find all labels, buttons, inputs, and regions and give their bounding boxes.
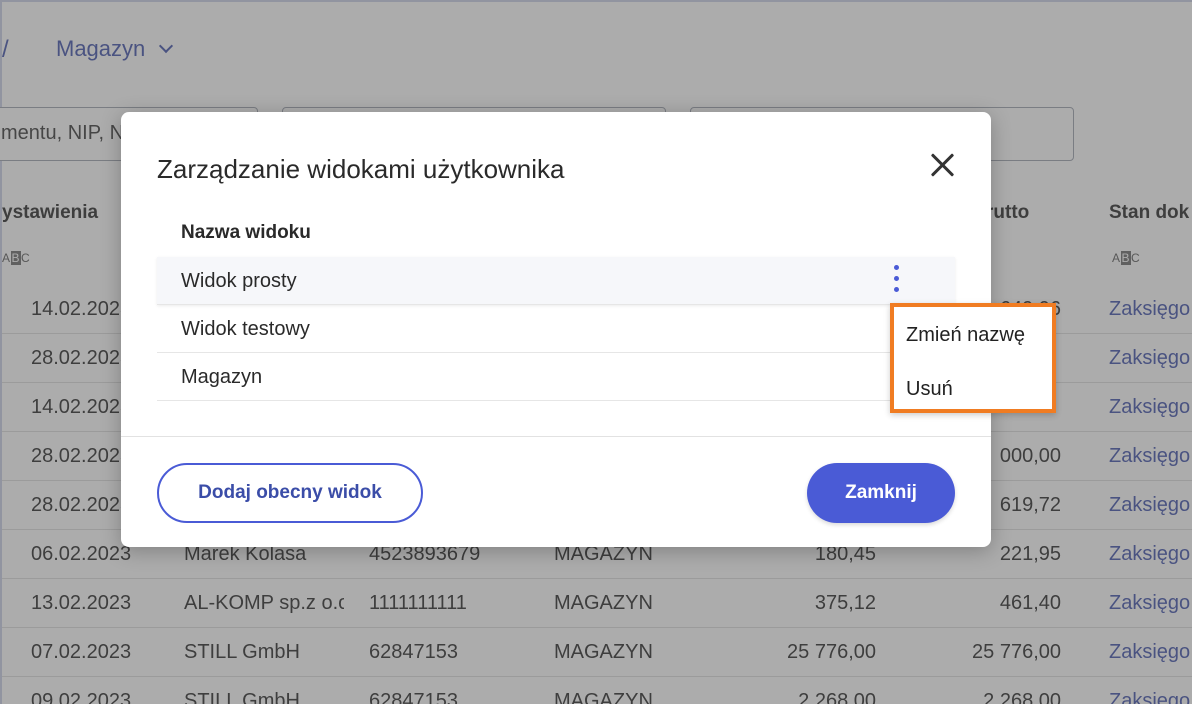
more-vert-icon[interactable] xyxy=(891,263,903,297)
view-context-menu: Zmień nazwę Usuń xyxy=(890,303,1056,413)
menu-item-rename[interactable]: Zmień nazwę xyxy=(906,324,1025,347)
view-list-item[interactable]: Widok prosty xyxy=(157,257,955,305)
view-list-item-label: Magazyn xyxy=(181,366,263,388)
dialog-divider xyxy=(121,436,991,437)
view-list-item-label: Widok testowy xyxy=(181,318,310,340)
close-icon[interactable] xyxy=(927,150,957,180)
add-current-view-button[interactable]: Dodaj obecny widok xyxy=(157,463,423,523)
view-list-item[interactable]: Widok testowy xyxy=(157,305,955,353)
dialog-title: Zarządzanie widokami użytkownika xyxy=(157,154,565,184)
view-name-column-header: Nazwa widoku xyxy=(181,222,311,243)
menu-item-delete[interactable]: Usuń xyxy=(906,378,953,401)
close-dialog-button[interactable]: Zamknij xyxy=(807,463,955,523)
view-list-item[interactable]: Magazyn xyxy=(157,353,955,401)
manage-views-dialog: Zarządzanie widokami użytkownika Nazwa w… xyxy=(121,112,991,547)
view-list-item-label: Widok prosty xyxy=(181,270,297,292)
